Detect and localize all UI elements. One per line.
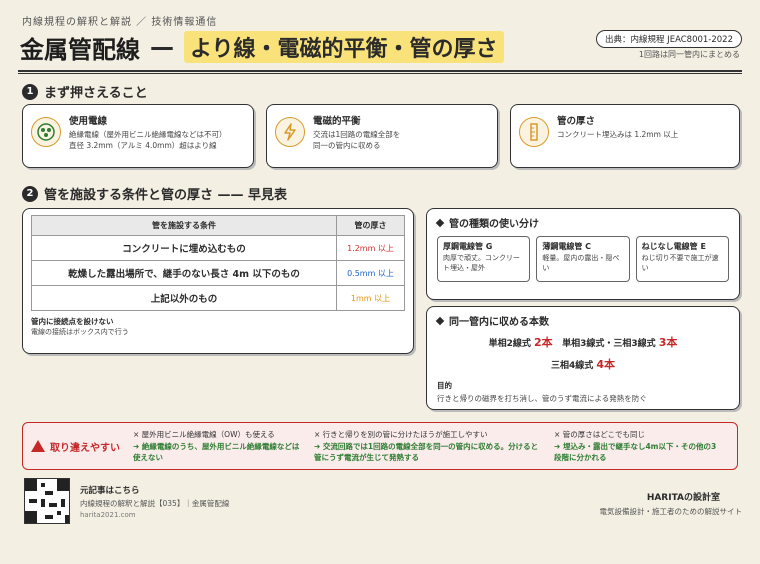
pipe-types-panel: 管の種類の使い分け 厚鋼電線管 G 肉厚で頑丈。コンクリート埋込・屋外 薄鋼電線…: [426, 208, 740, 300]
pipe-type-card: 厚鋼電線管 G 肉厚で頑丈。コンクリート埋込・屋外: [437, 236, 531, 282]
pipe-type-card: 薄鋼電線管 C 軽量。屋内の露出・隠ぺい: [536, 236, 630, 282]
footer-article-link[interactable]: 内線規程の解釈と解説【035】｜金属管配線: [80, 498, 229, 509]
title-main: 金属管配線: [20, 35, 140, 64]
pipe-ruler-icon: [519, 117, 549, 147]
diamond-bullet-icon: [435, 218, 445, 227]
breadcrumb: 内線規程の解釈と解説 ／ 技術情報通信: [22, 17, 218, 28]
point-card-text: 同一の管内に収める: [313, 140, 381, 150]
pipe-type-name: ねじなし電線管 E: [641, 242, 706, 251]
mistake-fix: ➜ 絶縁電線のうち、屋外用ビニル絶縁電線などは使えない: [133, 442, 300, 462]
table-cell-thickness: 1.2mm 以上: [336, 235, 405, 261]
source-badge: 出典：内線規程 JEAC8001-2022: [595, 30, 742, 48]
header-rule-thin: [18, 73, 742, 74]
wire-count-title: 同一管内に収める本数: [449, 317, 549, 328]
system-label: 単相3線式・三相3線式: [562, 339, 656, 349]
table-note-title: 管内に接続点を設けない: [31, 317, 114, 326]
qr-code[interactable]: [24, 478, 70, 524]
mistake-fix: ➜ 埋込み・露出で継手なし4m以下・その他の3段階に分かれる: [554, 442, 717, 462]
lightning-icon: [275, 117, 305, 147]
point-card-text: 絶縁電線（屋外用ビニル絶縁電線などは不可）: [69, 130, 227, 139]
point-card-text: コンクリート埋込みは 1.2mm 以上: [557, 130, 679, 139]
pipe-type-desc: 軽量。屋内の露出・隠ぺい: [542, 254, 620, 272]
section2-heading: 2 管を施設する条件と管の厚さ —— 早見表: [22, 184, 287, 203]
table-header-condition: 管を施設する条件: [31, 215, 337, 236]
table-row: 上記以外のもの 1mm 以上: [31, 285, 405, 311]
table-cell-condition: 上記以外のもの: [31, 285, 337, 311]
brand-name: HARITAの設計室: [646, 493, 720, 503]
pipe-type-desc: 肉厚で頑丈。コンクリート埋込・屋外: [443, 254, 520, 272]
point-card-text: 直径 3.2mm（アルミ 4.0mm）超はより線: [69, 140, 217, 150]
mistake-item: × 行きと帰りを別の管に分けたほうが施工しやすい ➜ 交流回路では1回路の電線全…: [308, 429, 548, 463]
table-row: 乾燥した露出場所で、継手のない長さ 4m 以下のもの 0.5mm 以上: [31, 260, 405, 286]
table-header-thickness: 管の厚さ: [336, 215, 405, 236]
table-cell-thickness: 0.5mm 以上: [336, 260, 405, 286]
wire-cross-section-icon: [31, 117, 61, 147]
purpose-text: 行きと帰りの磁界を打ち消し、管のうず電流による発熱を防ぐ: [437, 394, 647, 403]
pipe-type-card: ねじなし電線管 E ねじ切り不要で施工が速い: [635, 236, 729, 282]
mistake-item: × 屋外用ビニル絶縁電線（OW）も使える ➜ 絶縁電線のうち、屋外用ビニル絶縁電…: [127, 429, 308, 463]
footer-url[interactable]: harita2021.com: [80, 511, 136, 519]
title-dash: —: [150, 33, 174, 61]
wire-count-line-2: 三相4線式 4本: [437, 356, 729, 372]
section1-number: 1: [22, 83, 38, 100]
purpose-title: 目的: [437, 381, 452, 390]
header-rule: [18, 70, 742, 72]
diamond-bullet-icon: [435, 316, 445, 325]
pipe-types-heading: 管の種類の使い分け: [435, 215, 729, 230]
mistake-wrong: × 管の厚さはどこでも同じ: [554, 430, 645, 439]
table-cell-thickness: 1mm 以上: [336, 285, 405, 311]
wire-count-heading: 同一管内に収める本数: [435, 313, 729, 328]
section2-number: 2: [22, 185, 38, 202]
title-sub: より線・電磁的平衡・管の厚さ: [184, 31, 504, 63]
pipe-type-name: 薄鋼電線管 C: [542, 242, 591, 251]
wire-count-value: 2本: [534, 336, 553, 349]
pipe-type-name: 厚鋼電線管 G: [443, 242, 493, 251]
wire-count-value: 4本: [596, 358, 616, 371]
point-card-balance: 電磁的平衡 交流は1回路の電線全部を 同一の管内に収める: [266, 104, 498, 168]
section2-title: 管を施設する条件と管の厚さ —— 早見表: [44, 188, 288, 203]
footer-title: 元記事はこちら: [80, 486, 140, 496]
point-card-thickness: 管の厚さ コンクリート埋込みは 1.2mm 以上: [510, 104, 740, 168]
wire-count-value: 3本: [658, 336, 678, 349]
mistake-wrong: × 行きと帰りを別の管に分けたほうが施工しやすい: [313, 430, 488, 439]
system-label: 単相2線式: [488, 339, 531, 349]
mistake-fix: ➜ 交流回路では1回路の電線全部を同一の管内に収める。分けると管にうず電流が生じ…: [313, 442, 539, 462]
brand-tagline: 電気設備設計・施工者のための解説サイト: [599, 507, 743, 516]
mistake-item: × 管の厚さはどこでも同じ ➜ 埋込み・露出で継手なし4m以下・その他の3段階に…: [548, 429, 729, 463]
pipe-types-title: 管の種類の使い分け: [449, 219, 539, 230]
table-cell-condition: 乾燥した露出場所で、継手のない長さ 4m 以下のもの: [31, 260, 337, 286]
thickness-table: 管を施設する条件 管の厚さ コンクリートに埋め込むもの 1.2mm 以上 乾燥し…: [31, 215, 405, 311]
table-note-text: 電線の接続はボックス内で行う: [31, 328, 129, 336]
section1-heading: 1 まず押さえること: [22, 82, 148, 101]
wire-count-line-1: 単相2線式 2本 単相3線式・三相3線式 3本: [437, 334, 729, 350]
wire-count-panel: 同一管内に収める本数 単相2線式 2本 単相3線式・三相3線式 3本 三相4線式…: [426, 306, 740, 410]
common-mistakes-box: 取り違えやすい × 屋外用ビニル絶縁電線（OW）も使える ➜ 絶縁電線のうち、屋…: [22, 422, 738, 470]
page-title: 金属管配線 — より線・電磁的平衡・管の厚さ: [20, 30, 504, 64]
point-card-title: 管の厚さ: [557, 116, 596, 127]
pipe-type-desc: ねじ切り不要で施工が速い: [641, 254, 719, 272]
mistake-wrong: × 屋外用ビニル絶縁電線（OW）も使える: [133, 430, 275, 439]
mistakes-label: 取り違えやすい: [31, 439, 127, 454]
system-label: 三相4線式: [550, 361, 594, 371]
mistakes-label-text: 取り違えやすい: [50, 442, 120, 454]
table-row: コンクリートに埋め込むもの 1.2mm 以上: [31, 235, 405, 261]
warning-icon: [31, 440, 45, 452]
point-card-text: 交流は1回路の電線全部を: [313, 130, 401, 139]
section1-title: まず押さえること: [44, 86, 148, 101]
thickness-table-card: 管を施設する条件 管の厚さ コンクリートに埋め込むもの 1.2mm 以上 乾燥し…: [22, 208, 414, 354]
point-card-title: 電磁的平衡: [313, 116, 361, 127]
point-card-title: 使用電線: [69, 116, 108, 127]
source-note: 1回路は同一管内にまとめる: [638, 50, 740, 59]
table-cell-condition: コンクリートに埋め込むもの: [31, 235, 337, 261]
point-card-wire: 使用電線 絶縁電線（屋外用ビニル絶縁電線などは不可） 直径 3.2mm（アルミ …: [22, 104, 254, 168]
